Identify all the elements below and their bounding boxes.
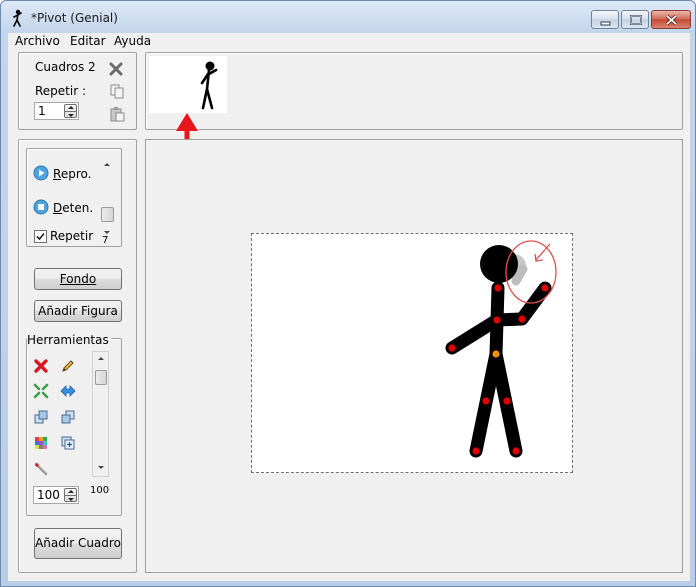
pencil-icon[interactable] [60, 358, 76, 374]
root-handle[interactable] [492, 350, 500, 358]
delete-frame-icon[interactable] [108, 61, 124, 77]
maximize-icon [630, 15, 642, 25]
repeat-label: Repetir : [35, 84, 87, 98]
paste-frame-icon[interactable] [109, 106, 125, 122]
application-window: *Pivot (Genial) Archivo Editar Ayuda Cua… [0, 0, 696, 587]
speed-slider[interactable] [99, 157, 116, 237]
joint-handle[interactable] [512, 447, 520, 455]
animation-canvas[interactable] [145, 139, 683, 573]
minimize-icon [600, 21, 611, 26]
checkmark-icon [36, 232, 45, 241]
loop-label[interactable]: Repetir [50, 229, 93, 243]
chevron-down-icon[interactable] [98, 466, 104, 469]
repeat-stepper[interactable]: 1 [34, 102, 79, 120]
joint-handle[interactable] [518, 315, 526, 323]
menu-editar[interactable]: Editar [70, 34, 106, 48]
menu-archivo[interactable]: Archivo [15, 34, 60, 48]
background-button-label: Fondo [59, 272, 97, 286]
joint-handle[interactable] [472, 447, 480, 455]
flip-arrows-icon[interactable] [60, 383, 76, 399]
tools-group: Herramientas 100 100 [26, 333, 122, 516]
timeline-strip [145, 52, 683, 130]
title-bar[interactable]: *Pivot (Genial) [1, 1, 695, 33]
spin-arrows[interactable] [64, 104, 77, 118]
scale-stepper[interactable]: 100 [33, 486, 79, 504]
segment-tool-icon[interactable] [33, 461, 49, 477]
menu-bar: Archivo Editar Ayuda [8, 33, 690, 50]
window-title: *Pivot (Genial) [31, 11, 118, 25]
stop-icon[interactable] [33, 199, 49, 215]
speed-value: 7 [102, 235, 109, 246]
stop-label-text: eten. [62, 201, 94, 215]
delete-figure-icon[interactable] [33, 358, 49, 374]
joint-handle[interactable] [541, 284, 549, 292]
joint-handle[interactable] [493, 316, 501, 324]
stickfigure-app-icon [13, 9, 22, 27]
play-label-text: epro. [60, 167, 92, 181]
bring-front-icon[interactable] [33, 409, 49, 425]
background-button[interactable]: Fondo [34, 268, 122, 290]
left-toolbox: Repro. Deten. Repetir 7 Fondo Añadir Fig… [18, 139, 137, 573]
chevron-down-icon[interactable] [104, 231, 110, 234]
joint-handle[interactable] [494, 284, 502, 292]
close-icon [665, 14, 678, 26]
stick-figure[interactable] [445, 245, 552, 458]
duplicate-figure-icon[interactable] [60, 435, 76, 451]
selection-arrow [535, 243, 551, 261]
send-back-icon[interactable] [60, 409, 76, 425]
joint-handle[interactable] [482, 397, 490, 405]
copy-frame-icon[interactable] [109, 83, 125, 99]
chevron-up-icon[interactable] [98, 357, 104, 360]
ghost-arm-shadow [511, 264, 528, 286]
stickfigure-scene [445, 240, 557, 458]
shrink-arrows-icon[interactable] [33, 383, 49, 399]
tools-header: Herramientas [27, 333, 111, 347]
color-palette-icon[interactable] [33, 435, 49, 451]
scale-value: 100 [37, 488, 60, 502]
joint-handle[interactable] [503, 397, 511, 405]
add-frame-button[interactable]: Añadir Cuadro [34, 528, 122, 559]
client-area: Archivo Editar Ayuda Cuadros 2 Repetir :… [8, 33, 690, 581]
menu-ayuda[interactable]: Ayuda [114, 34, 151, 48]
frame-info-panel: Cuadros 2 Repetir : 1 [18, 52, 137, 130]
tools-scrollbar[interactable] [92, 351, 109, 477]
add-figure-button[interactable]: Añadir Figura [34, 300, 122, 322]
minimize-button[interactable] [591, 10, 619, 29]
stop-label[interactable]: Deten. [53, 201, 93, 215]
chevron-up-icon[interactable] [104, 163, 110, 166]
close-button[interactable] [651, 10, 691, 29]
spin-arrows[interactable] [64, 488, 77, 502]
loop-checkbox[interactable] [34, 230, 47, 243]
tools-scrollbar-thumb[interactable] [95, 370, 107, 385]
stage-area[interactable] [251, 233, 573, 473]
joint-handle[interactable] [448, 344, 456, 352]
play-icon[interactable] [33, 165, 49, 181]
play-label[interactable]: Repro. [53, 167, 91, 181]
scale-readout: 100 [90, 485, 110, 496]
maximize-button[interactable] [621, 10, 649, 29]
frames-count-label: Cuadros 2 [35, 60, 96, 74]
playback-group: Repro. Deten. Repetir 7 [26, 148, 122, 247]
frame-thumbnail[interactable] [149, 56, 227, 113]
speed-slider-thumb[interactable] [101, 207, 114, 222]
repeat-value: 1 [38, 104, 46, 118]
